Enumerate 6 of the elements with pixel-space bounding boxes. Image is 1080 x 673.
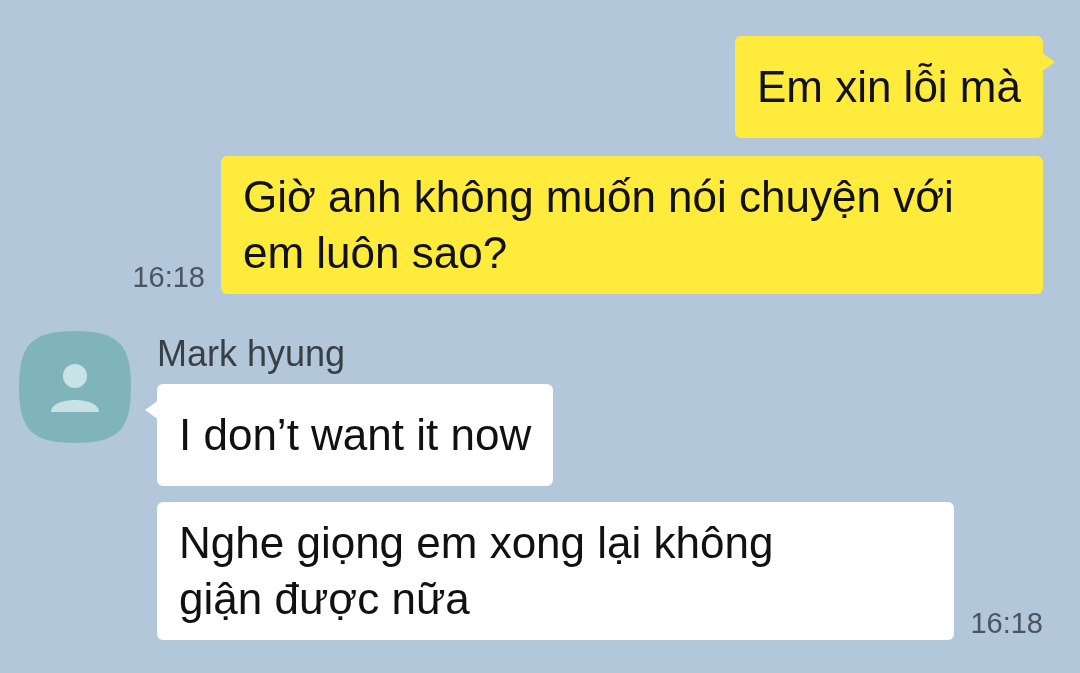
avatar-icon[interactable] <box>18 330 132 444</box>
message-time: 16:18 <box>132 262 205 292</box>
message-bubble: Nghe giọng em xong lại không giận được nữa <box>157 502 955 640</box>
sender-name: Mark hyung <box>157 334 347 374</box>
message-bubble: Giờ anh không muốn nói chuyện với em luôn sao? <box>221 156 1043 294</box>
message-time: 16:18 <box>970 608 1043 638</box>
